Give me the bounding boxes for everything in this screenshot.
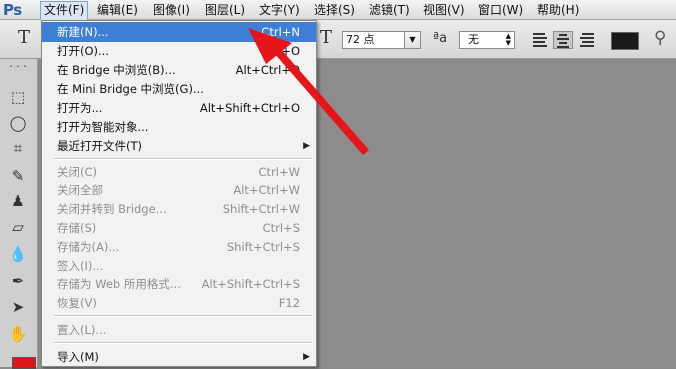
annotation-arrow <box>248 28 369 155</box>
annotation-arrow-shaft <box>274 48 369 155</box>
